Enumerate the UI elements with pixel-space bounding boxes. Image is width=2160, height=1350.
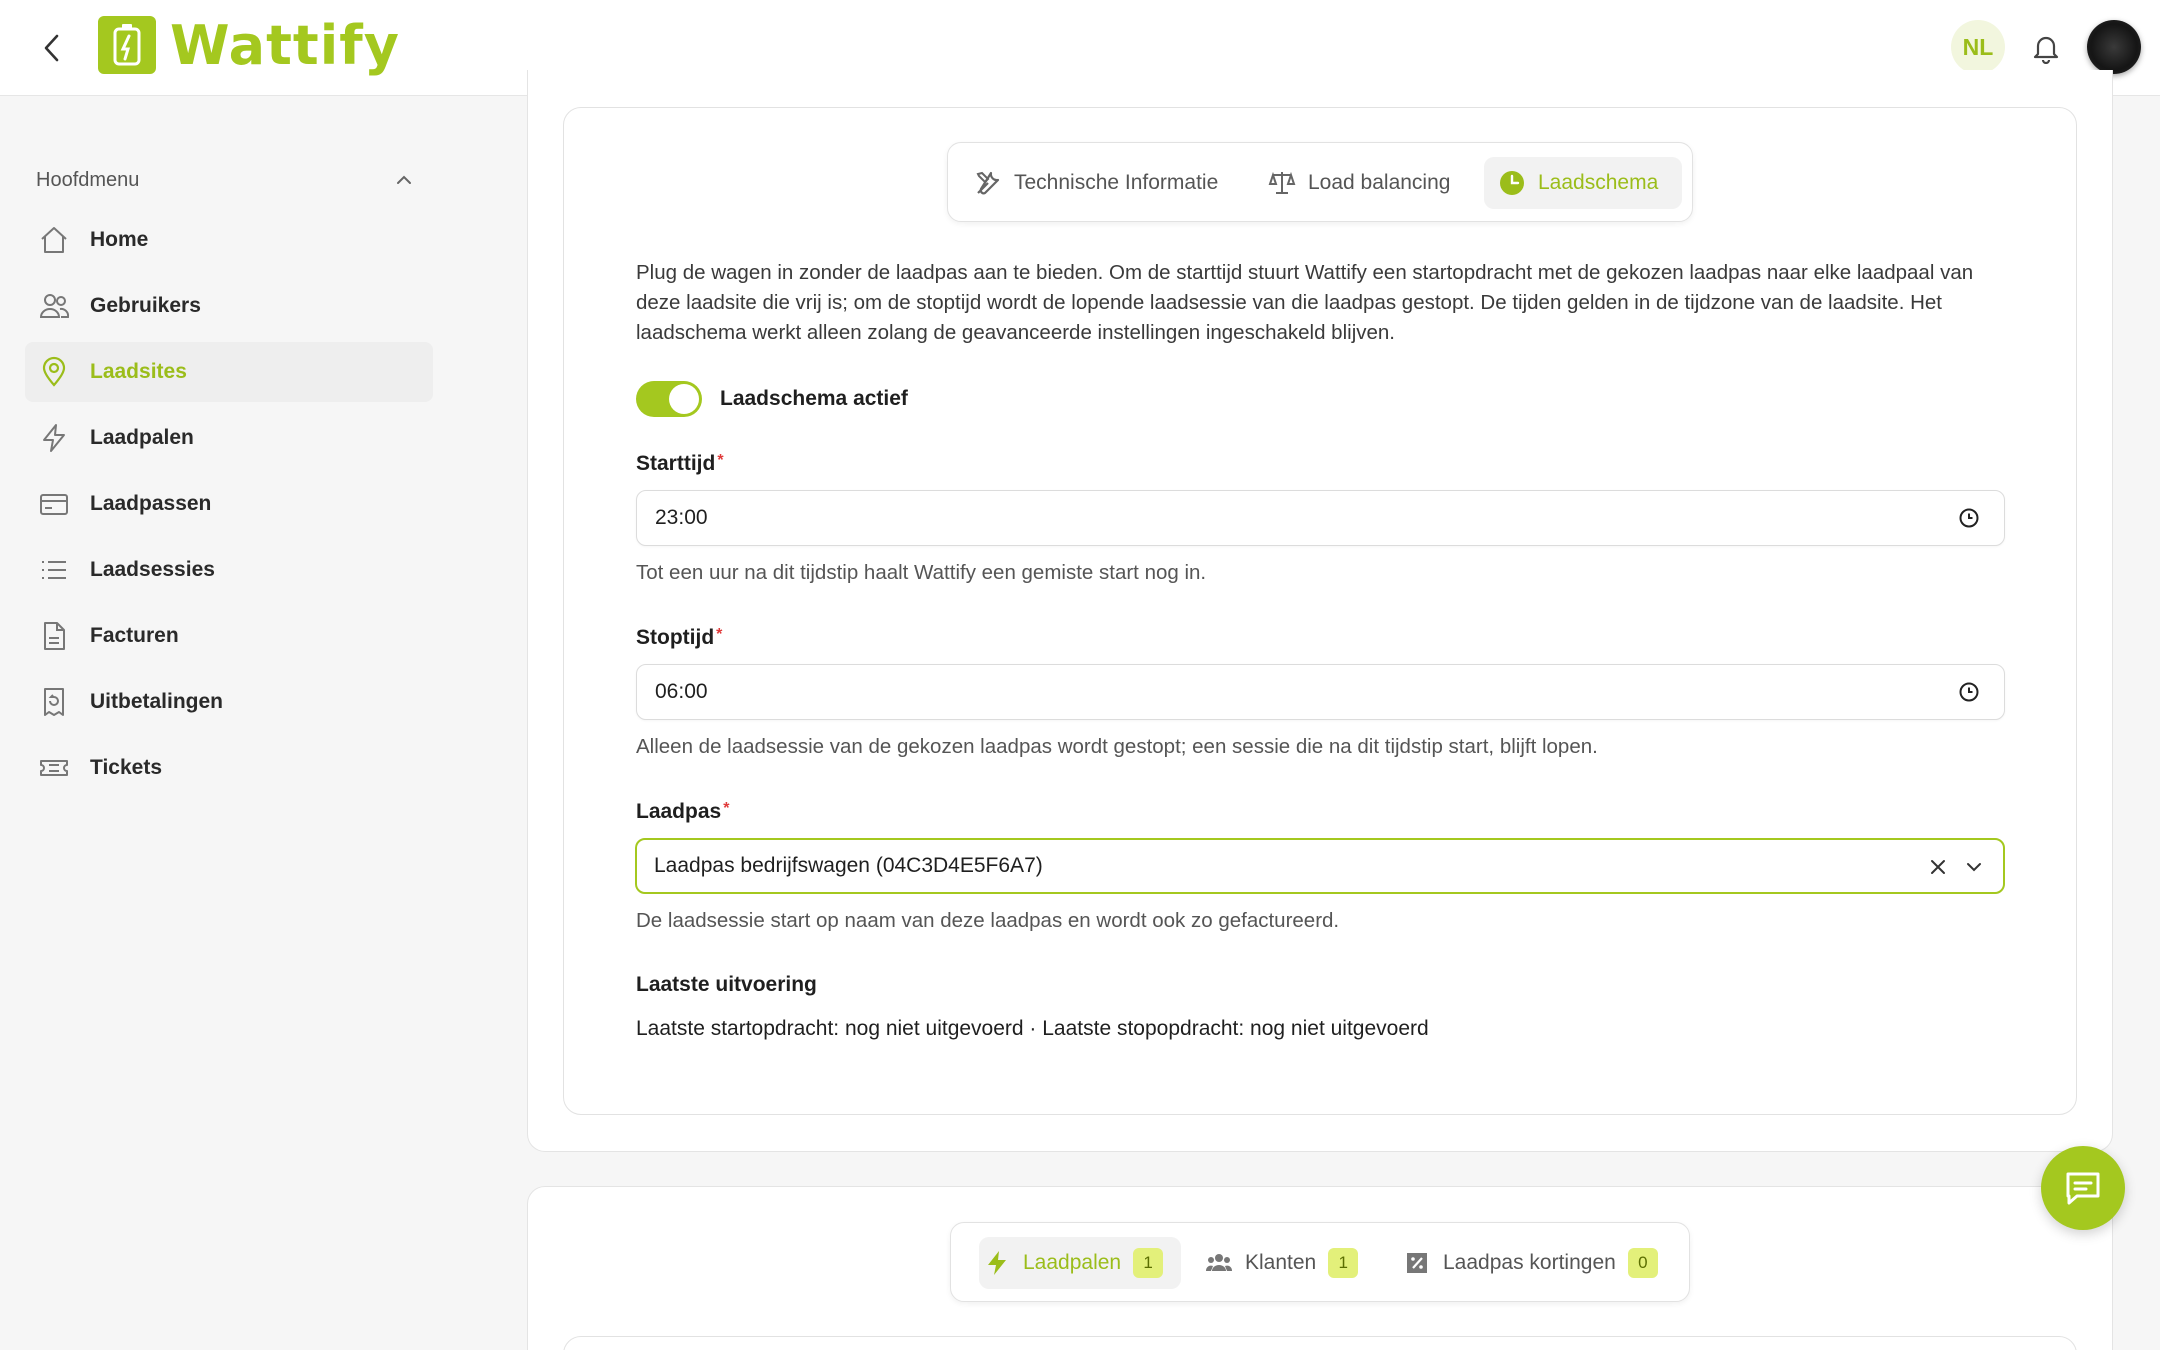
battery-logo-icon (98, 16, 156, 74)
schedule-active-row: Laadschema actief (636, 380, 908, 418)
close-icon[interactable] (1927, 856, 1949, 878)
ticket-icon (37, 751, 71, 785)
count-badge: 0 (1627, 1248, 1658, 1278)
tab-label: Laadschema (1538, 171, 1659, 194)
tools-icon (974, 169, 1002, 197)
tab-customers[interactable]: Klanten 1 (1205, 1237, 1385, 1289)
card-label: Laadpas * (636, 800, 729, 824)
stop-time-label-text: Stoptijd (636, 626, 715, 649)
group-icon (1205, 1249, 1233, 1277)
list-icon (37, 553, 71, 587)
schedule-active-toggle[interactable] (636, 381, 702, 417)
sidebar-item-label: Laadpassen (90, 492, 212, 515)
brand-name: Wattify (170, 13, 400, 77)
clock-icon[interactable] (1958, 507, 1980, 529)
sidebar-item-label: Uitbetalingen (90, 690, 224, 713)
card-label-text: Laadpas (636, 800, 722, 823)
chevron-left-icon (44, 34, 59, 62)
notifications-button[interactable] (2026, 28, 2066, 68)
last-run-title: Laatste uitvoering (636, 973, 817, 996)
main-menu-title: Hoofdmenu (36, 168, 140, 191)
brand-logo[interactable]: Wattify (98, 13, 400, 77)
chat-icon (2066, 1172, 2100, 1205)
lightning-icon (37, 421, 71, 455)
toggle-label: Laadschema actief (720, 387, 908, 410)
chevron-down-icon[interactable] (1963, 856, 1985, 878)
tab-chargers[interactable]: Laadpalen 1 (979, 1237, 1181, 1289)
sidebar-item-sites[interactable]: Laadsites (25, 342, 433, 402)
bell-icon (2033, 36, 2059, 64)
sidebar-item-label: Laadsessies (90, 558, 215, 581)
tab-label: Laadpalen (1023, 1251, 1122, 1274)
sidebar-item-sessions[interactable]: Laadsessies (25, 540, 433, 600)
sidebar-item-users[interactable]: Gebruikers (25, 276, 433, 336)
required-marker: * (723, 800, 730, 817)
start-time-value: 23:00 (655, 506, 708, 529)
receipt-icon (37, 685, 71, 719)
home-icon (37, 223, 71, 257)
required-marker: * (717, 452, 724, 469)
chevron-up-icon (397, 175, 411, 184)
start-time-input[interactable]: 23:00 (636, 490, 2005, 546)
sidebar-item-invoices[interactable]: Facturen (25, 606, 433, 666)
sidebar-item-label: Tickets (90, 756, 162, 779)
sidebar-item-label: Gebruikers (90, 294, 201, 317)
sidebar-item-label: Facturen (90, 624, 179, 647)
tab-label: Laadpas kortingen (1443, 1251, 1616, 1274)
discount-icon (1403, 1249, 1431, 1277)
settings-tabs: Technische Informatie Load balancing Laa… (947, 142, 1693, 222)
tab-label: Load balancing (1308, 171, 1451, 194)
scale-icon (1268, 169, 1296, 197)
clock-icon[interactable] (1958, 681, 1980, 703)
lightning-icon (983, 1249, 1011, 1277)
sidebar-item-label: Laadpalen (90, 426, 194, 449)
toggle-knob (669, 384, 699, 414)
start-time-hint: Tot een uur na dit tijdstip haalt Wattif… (636, 561, 1207, 584)
start-time-label-text: Starttijd (636, 452, 716, 475)
clock-icon (1498, 169, 1526, 197)
sidebar-item-cards[interactable]: Laadpassen (25, 474, 433, 534)
tab-label: Klanten (1245, 1251, 1317, 1274)
count-badge: 1 (1328, 1248, 1359, 1278)
count-badge: 1 (1133, 1248, 1164, 1278)
map-pin-icon (37, 355, 71, 389)
relations-content-card (563, 1336, 2077, 1350)
card-icon (37, 487, 71, 521)
schedule-description: Plug de wagen in zonder de laadpas aan t… (636, 261, 1974, 344)
tab-label: Technische Informatie (1014, 171, 1219, 194)
main-menu-header[interactable]: Hoofdmenu (36, 162, 416, 198)
last-run-text: Laatste startopdracht: nog niet uitgevoe… (636, 1017, 1429, 1040)
sidebar-item-label: Home (90, 228, 149, 251)
stop-time-label: Stoptijd * (636, 626, 722, 650)
stop-time-value: 06:00 (655, 680, 708, 703)
sidebar-item-tickets[interactable]: Tickets (25, 738, 433, 798)
language-switch[interactable]: NL (1951, 20, 2005, 74)
stop-time-input[interactable]: 06:00 (636, 664, 2005, 720)
required-marker: * (716, 626, 723, 643)
back-button[interactable] (34, 28, 70, 68)
chat-button[interactable] (2041, 1146, 2125, 1230)
sidebar-item-label: Laadsites (90, 360, 187, 383)
card-hint: De laadsessie start op naam van deze laa… (636, 909, 1340, 932)
document-icon (37, 619, 71, 653)
sidebar-item-chargers[interactable]: Laadpalen (25, 408, 433, 468)
sidebar-item-payouts[interactable]: Uitbetalingen (25, 672, 433, 732)
card-select-value: Laadpas bedrijfswagen (04C3D4E5F6A7) (654, 854, 1043, 877)
card-select[interactable]: Laadpas bedrijfswagen (04C3D4E5F6A7) (635, 838, 2005, 894)
tab-load-balancing[interactable]: Load balancing (1268, 157, 1468, 209)
sidebar-item-home[interactable]: Home (25, 210, 433, 270)
user-avatar[interactable] (2087, 20, 2141, 74)
tab-charging-schedule[interactable]: Laadschema (1484, 157, 1682, 209)
tab-technical-info[interactable]: Technische Informatie (974, 157, 1234, 209)
start-time-label: Starttijd * (636, 452, 724, 476)
users-icon (37, 289, 71, 323)
relations-tabs: Laadpalen 1 Klanten 1 Laadpas kortingen … (950, 1222, 1690, 1302)
stop-time-hint: Alleen de laadsessie van de gekozen laad… (636, 735, 1598, 758)
tab-card-discounts[interactable]: Laadpas kortingen 0 (1403, 1237, 1683, 1289)
